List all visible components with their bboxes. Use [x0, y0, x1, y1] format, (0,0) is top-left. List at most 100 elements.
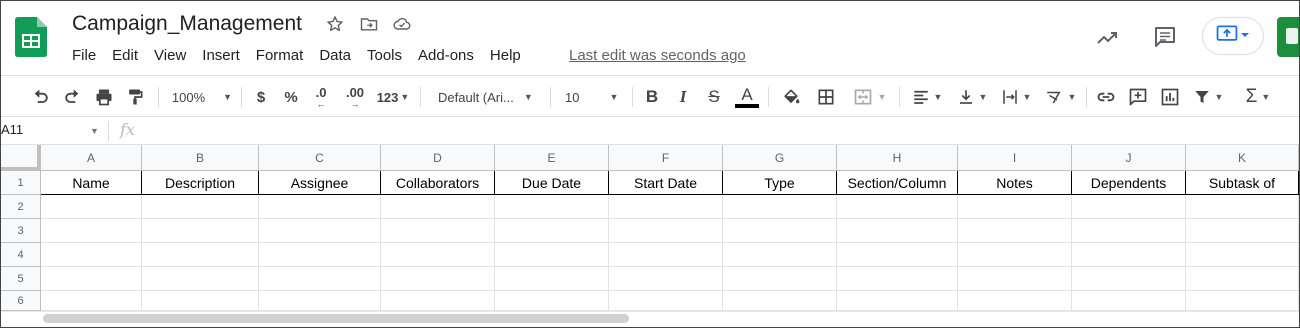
- cell-i6[interactable]: [958, 291, 1072, 311]
- move-folder-icon[interactable]: [358, 13, 380, 35]
- cell-e2[interactable]: [495, 195, 609, 219]
- font-size-select[interactable]: 10 ▼: [559, 84, 627, 110]
- undo-icon[interactable]: [28, 84, 54, 110]
- functions-icon[interactable]: Σ ▼: [1238, 84, 1278, 110]
- cell-j3[interactable]: [1072, 219, 1186, 243]
- column-header-j[interactable]: J: [1072, 145, 1186, 171]
- cell-c5[interactable]: [259, 267, 381, 291]
- cell-c2[interactable]: [259, 195, 381, 219]
- cell-b5[interactable]: [142, 267, 259, 291]
- column-header-a[interactable]: A: [41, 145, 142, 171]
- menu-data[interactable]: Data: [311, 45, 359, 66]
- cell-c1[interactable]: Assignee: [259, 171, 381, 195]
- print-icon[interactable]: [91, 84, 117, 110]
- cell-d2[interactable]: [381, 195, 495, 219]
- cell-h3[interactable]: [837, 219, 958, 243]
- redo-icon[interactable]: [59, 84, 85, 110]
- cell-g1[interactable]: Type: [723, 171, 837, 195]
- cell-a1[interactable]: Name: [41, 171, 142, 195]
- fill-color-icon[interactable]: [779, 84, 803, 110]
- cell-j6[interactable]: [1072, 291, 1186, 311]
- cell-e4[interactable]: [495, 243, 609, 267]
- cell-k3[interactable]: [1186, 219, 1299, 243]
- cell-i1[interactable]: Notes: [958, 171, 1072, 195]
- cell-j2[interactable]: [1072, 195, 1186, 219]
- cell-f1[interactable]: Start Date: [609, 171, 723, 195]
- row-header-4[interactable]: 4: [1, 243, 41, 267]
- cell-k6[interactable]: [1186, 291, 1299, 311]
- format-percent-button[interactable]: %: [281, 84, 301, 110]
- cell-a4[interactable]: [41, 243, 142, 267]
- cell-e1[interactable]: Due Date: [495, 171, 609, 195]
- cell-f4[interactable]: [609, 243, 723, 267]
- menu-edit[interactable]: Edit: [104, 45, 146, 66]
- cell-g3[interactable]: [723, 219, 837, 243]
- cell-i5[interactable]: [958, 267, 1072, 291]
- increase-decimal-button[interactable]: .00 →: [341, 84, 369, 110]
- cell-a5[interactable]: [41, 267, 142, 291]
- cell-j1[interactable]: Dependents: [1072, 171, 1186, 195]
- menu-addons[interactable]: Add-ons: [410, 45, 482, 66]
- cell-g6[interactable]: [723, 291, 837, 311]
- menu-help[interactable]: Help: [482, 45, 529, 66]
- cell-i3[interactable]: [958, 219, 1072, 243]
- cell-b6[interactable]: [142, 291, 259, 311]
- formula-input[interactable]: [151, 121, 1291, 141]
- text-color-button[interactable]: A: [734, 84, 760, 110]
- star-icon[interactable]: [324, 13, 346, 35]
- column-header-i[interactable]: I: [958, 145, 1072, 171]
- cell-e5[interactable]: [495, 267, 609, 291]
- menu-tools[interactable]: Tools: [359, 45, 410, 66]
- cell-i2[interactable]: [958, 195, 1072, 219]
- row-header-2[interactable]: 2: [1, 195, 41, 219]
- format-currency-button[interactable]: $: [251, 84, 271, 110]
- cell-b1[interactable]: Description: [142, 171, 259, 195]
- column-header-g[interactable]: G: [723, 145, 837, 171]
- more-formats-button[interactable]: 123 ▼: [373, 84, 413, 110]
- cell-e6[interactable]: [495, 291, 609, 311]
- cell-a3[interactable]: [41, 219, 142, 243]
- cell-a2[interactable]: [41, 195, 142, 219]
- cell-k2[interactable]: [1186, 195, 1299, 219]
- column-header-f[interactable]: F: [609, 145, 723, 171]
- document-title[interactable]: Campaign_Management: [72, 12, 302, 36]
- column-header-c[interactable]: C: [259, 145, 381, 171]
- sheets-logo-icon[interactable]: [15, 17, 47, 57]
- cell-b2[interactable]: [142, 195, 259, 219]
- cell-d4[interactable]: [381, 243, 495, 267]
- comments-icon[interactable]: [1151, 23, 1179, 51]
- cell-k5[interactable]: [1186, 267, 1299, 291]
- row-header-1[interactable]: 1: [1, 171, 41, 195]
- decrease-decimal-button[interactable]: .0 ←: [309, 84, 333, 110]
- cloud-saved-icon[interactable]: [391, 13, 413, 35]
- italic-button[interactable]: I: [672, 84, 694, 110]
- cell-k1[interactable]: Subtask of: [1186, 171, 1299, 195]
- cell-j5[interactable]: [1072, 267, 1186, 291]
- cell-f3[interactable]: [609, 219, 723, 243]
- column-header-e[interactable]: E: [495, 145, 609, 171]
- horizontal-align-icon[interactable]: ▼: [907, 84, 947, 110]
- name-box[interactable]: A11: [1, 122, 23, 137]
- cell-h5[interactable]: [837, 267, 958, 291]
- vertical-align-icon[interactable]: ▼: [952, 84, 992, 110]
- menu-view[interactable]: View: [146, 45, 194, 66]
- horizontal-scrollbar-thumb[interactable]: [43, 314, 629, 323]
- cell-a6[interactable]: [41, 291, 142, 311]
- cell-k4[interactable]: [1186, 243, 1299, 267]
- cell-d1[interactable]: Collaborators: [381, 171, 495, 195]
- column-header-h[interactable]: H: [837, 145, 958, 171]
- cell-d3[interactable]: [381, 219, 495, 243]
- cell-h2[interactable]: [837, 195, 958, 219]
- cell-f6[interactable]: [609, 291, 723, 311]
- cell-j4[interactable]: [1072, 243, 1186, 267]
- cell-c6[interactable]: [259, 291, 381, 311]
- cell-f5[interactable]: [609, 267, 723, 291]
- cell-b4[interactable]: [142, 243, 259, 267]
- cell-e3[interactable]: [495, 219, 609, 243]
- cell-h4[interactable]: [837, 243, 958, 267]
- column-header-k[interactable]: K: [1186, 145, 1299, 171]
- present-button[interactable]: [1202, 17, 1264, 55]
- menu-format[interactable]: Format: [248, 45, 312, 66]
- text-rotation-icon[interactable]: ▼: [1040, 84, 1080, 110]
- cell-f2[interactable]: [609, 195, 723, 219]
